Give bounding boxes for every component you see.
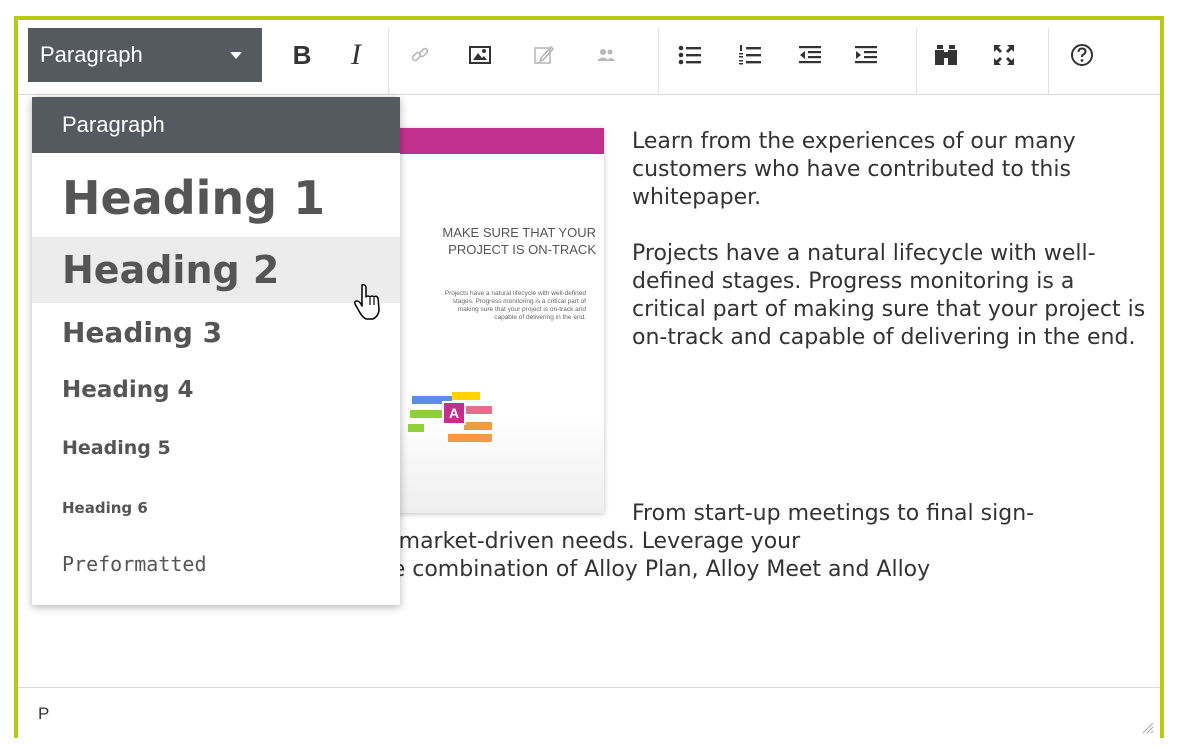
image-icon[interactable]: [458, 28, 502, 82]
element-path[interactable]: P: [38, 704, 49, 724]
image-header-bar: [390, 128, 604, 154]
chevron-down-icon: [230, 52, 242, 59]
toolbar-divider: [658, 28, 659, 94]
image-graphic-block: [452, 392, 480, 400]
image-title-line: MAKE SURE THAT YOUR: [442, 225, 596, 240]
hand-pointer-icon: [354, 284, 380, 320]
format-select[interactable]: Paragraph: [28, 28, 262, 82]
toolbar-divider: [1048, 28, 1049, 94]
bullet-list-icon[interactable]: [668, 28, 712, 82]
fullscreen-icon[interactable]: [982, 28, 1026, 82]
paragraph-1[interactable]: Learn from the experiences of our many c…: [632, 128, 1142, 212]
image-title: MAKE SURE THAT YOUR PROJECT IS ON-TRACK: [390, 224, 596, 258]
menu-item-heading-5[interactable]: Heading 5: [32, 427, 400, 469]
toolbar-divider: [388, 28, 389, 94]
image-body-line: Projects have a natural lifecycle with w…: [444, 290, 586, 297]
menu-item-heading-2[interactable]: Heading 2: [32, 237, 400, 303]
image-graphic-block: [464, 422, 492, 430]
menu-item-heading-6[interactable]: Heading 6: [32, 489, 400, 527]
image-graphic-block: [410, 410, 446, 418]
resize-handle-icon[interactable]: [1140, 720, 1154, 734]
image-graphic-block: [408, 424, 424, 432]
paragraph-2[interactable]: Projects have a natural lifecycle with w…: [632, 240, 1152, 352]
toolbar-divider: [916, 28, 917, 94]
help-icon[interactable]: [1060, 28, 1104, 82]
editor-statusbar: P: [18, 687, 1160, 738]
link-icon[interactable]: [398, 28, 442, 82]
editor-toolbar: Paragraph B I: [18, 20, 1160, 95]
menu-item-heading-3[interactable]: Heading 3: [32, 307, 400, 359]
numbered-list-icon[interactable]: [728, 28, 772, 82]
format-select-value: Paragraph: [40, 42, 143, 67]
image-logo: A: [442, 401, 466, 425]
italic-button[interactable]: I: [334, 28, 378, 82]
edit-icon[interactable]: [522, 28, 566, 82]
rich-text-editor: Paragraph B I MAKE SURE THAT YOUR PROJEC…: [14, 16, 1164, 738]
image-body-text: Projects have a natural lifecycle with w…: [390, 290, 586, 322]
user-icon[interactable]: [584, 28, 628, 82]
image-graphic-block: [448, 434, 492, 442]
menu-item-paragraph[interactable]: Paragraph: [32, 97, 400, 153]
image-body-line: making sure that your project is on-trac…: [457, 306, 586, 313]
outdent-icon[interactable]: [788, 28, 832, 82]
menu-item-heading-4[interactable]: Heading 4: [32, 367, 400, 413]
whitepaper-image[interactable]: MAKE SURE THAT YOUR PROJECT IS ON-TRACK …: [390, 128, 604, 513]
bold-button[interactable]: B: [280, 28, 324, 82]
find-icon[interactable]: [924, 28, 968, 82]
indent-icon[interactable]: [844, 28, 888, 82]
image-body-line: capable of delivering in the end.: [494, 314, 586, 321]
paragraph-3-line-1[interactable]: From start-up meetings to final sign-: [632, 500, 1152, 528]
image-graphic-block: [464, 406, 492, 414]
menu-item-heading-1[interactable]: Heading 1: [32, 163, 400, 233]
image-body-line: stages. Progress monitoring is a critica…: [452, 298, 586, 305]
image-title-line: PROJECT IS ON-TRACK: [448, 242, 596, 257]
menu-item-preformatted[interactable]: Preformatted: [32, 541, 400, 587]
format-dropdown-menu: Paragraph Heading 1 Heading 2 Heading 3 …: [32, 97, 400, 605]
